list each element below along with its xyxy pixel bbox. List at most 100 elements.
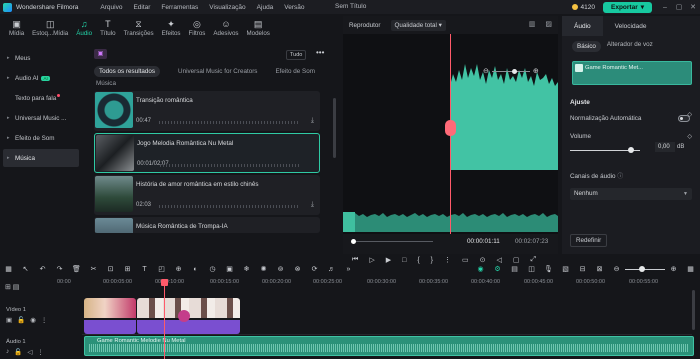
more-options-icon[interactable]: ••• (316, 48, 324, 57)
browser-scrollbar[interactable] (333, 98, 336, 158)
layout-icon[interactable]: ▦ (0, 265, 17, 273)
volume-slider-knob[interactable] (628, 147, 634, 153)
timeline-playhead[interactable] (161, 279, 168, 359)
undo-icon[interactable]: ↶ (34, 265, 51, 273)
menu-visualizacao[interactable]: Visualização (209, 4, 245, 11)
split-audio-icon[interactable]: ⊟ (574, 265, 591, 273)
ai-copilot-icon[interactable]: ⚙ (489, 265, 506, 273)
zoom-out-icon[interactable]: ⊖ (483, 67, 489, 75)
volume-slider[interactable] (570, 147, 640, 153)
volume-value-field[interactable]: 0,00 (655, 142, 675, 152)
list-item[interactable]: Música Romântica de Trompa-IA (94, 217, 320, 233)
filter-universal[interactable]: Universal Music for Creators (178, 68, 257, 75)
channels-select[interactable]: Nenhum ▼ (570, 188, 692, 200)
menu-editar[interactable]: Editar (133, 4, 150, 11)
timeline-ruler[interactable]: 00:00 00:00:05:00 00:00:10:00 00:00:15:0… (55, 279, 695, 289)
ai-icon[interactable]: ✺ (255, 265, 272, 273)
download-icon[interactable]: ⤓ (311, 117, 314, 125)
audio-clip[interactable]: Game Romantic Melodie Nu Metal (84, 336, 694, 356)
delete-icon[interactable]: 🗑 (68, 265, 85, 273)
tracking-icon[interactable]: ⊚ (272, 265, 289, 273)
reset-button[interactable]: Redefinir (570, 234, 608, 247)
zoom-in-tl-icon[interactable]: ⊕ (665, 265, 682, 273)
speed-icon[interactable]: ◷ (204, 265, 221, 273)
credits[interactable]: 4120 (571, 4, 595, 11)
grid-icon[interactable]: ▦ (682, 265, 699, 273)
auto-norm-toggle[interactable] (678, 115, 690, 122)
sidebar-item-texto-para-fala[interactable]: Texto para fala (3, 89, 79, 107)
lock-icon[interactable]: 🔓 (17, 316, 25, 324)
menu-ajuda[interactable]: Ajuda (257, 4, 274, 11)
list-item-selected[interactable]: Jogo Melodia Romântica Nu Metal 00:01/02… (94, 133, 320, 173)
subtab-basico[interactable]: Básico (572, 41, 601, 52)
zoom-in-icon[interactable]: ⊕ (533, 67, 539, 75)
filter-dropdown[interactable]: Tudo (286, 50, 307, 60)
playhead-handle[interactable] (445, 120, 456, 136)
list-item[interactable]: História de amor romântica em estilo chi… (94, 175, 320, 215)
progress-slider[interactable] (351, 239, 433, 244)
sidebar-item-musica[interactable]: ▸ Música (3, 149, 79, 167)
sidebar-item-efeito-de-som[interactable]: ▸ Efeito de Som (3, 129, 79, 147)
cursor-icon[interactable]: ↖ (17, 265, 34, 273)
close-icon[interactable]: ✕ (686, 3, 700, 11)
timeline-zoom-knob[interactable] (639, 265, 645, 272)
tab-modelos[interactable]: ▤ Modelos (242, 14, 273, 42)
redo-icon[interactable]: ↷ (51, 265, 68, 273)
filter-todos[interactable]: Todos os resultados (94, 65, 161, 77)
zoom-slider[interactable] (491, 68, 530, 74)
tab-midia[interactable]: ▣ Mídia (5, 14, 28, 42)
menu-versao[interactable]: Versão (284, 4, 304, 11)
text-icon[interactable]: T (136, 266, 153, 273)
crop-icon[interactable]: ⊡ (102, 265, 119, 273)
video-clip[interactable] (84, 298, 136, 334)
more-icon[interactable]: ⋮ (37, 348, 44, 356)
preview-viewer[interactable]: ⊖ ⊕ (343, 34, 558, 234)
sidebar-item-universal-music[interactable]: ▸ Universal Music ... (3, 109, 79, 127)
eye-icon[interactable]: ◉ (30, 316, 36, 324)
menu-ferramentas[interactable]: Ferramentas (161, 4, 198, 11)
music-library-icon[interactable]: ▣ (94, 49, 107, 59)
quality-select[interactable]: Qualidade total ▾ (390, 19, 446, 31)
more-tools-icon[interactable]: » (340, 266, 357, 273)
cut-icon[interactable]: ✂ (85, 265, 102, 273)
motion-icon[interactable]: ⟳ (306, 265, 323, 273)
minimize-icon[interactable]: – (658, 4, 672, 11)
tab-velocidade[interactable]: Velocidade (603, 16, 659, 36)
zoom-out-tl-icon[interactable]: ⊖ (608, 265, 625, 273)
mask-icon[interactable]: ▣ (221, 265, 238, 273)
tab-filtros[interactable]: ◎ Filtros (185, 14, 210, 42)
sidebar-item-meus[interactable]: ▸ Meus (3, 49, 79, 67)
transform-icon[interactable]: ◰ (153, 265, 170, 273)
render-icon[interactable]: ◉ (472, 265, 489, 273)
color-icon[interactable]: ◐ (187, 266, 204, 273)
tab-efeitos[interactable]: ✦ Efeitos (158, 14, 185, 42)
more-icon[interactable]: ⋮ (41, 316, 48, 324)
subtab-alterador-voz[interactable]: Alterador de voz (607, 41, 653, 52)
menu-arquivo[interactable]: Arquivo (100, 4, 122, 11)
zoom-icon[interactable]: ⊕ (170, 265, 187, 273)
tab-transicoes[interactable]: ⧖ Transições (120, 14, 158, 42)
tab-audio[interactable]: ♫ Áudio (72, 14, 96, 42)
add-track-icon[interactable]: ⊞ ▤ (5, 283, 85, 291)
fit-icon[interactable]: ⊠ (591, 265, 608, 273)
marker-tl-icon[interactable]: ◫ (523, 265, 540, 273)
adjust-icon[interactable]: ⊞ (119, 265, 136, 273)
voiceover-icon[interactable]: ▧ (557, 265, 574, 273)
speaker-icon[interactable]: ◁ (27, 348, 32, 356)
progress-knob[interactable] (351, 239, 356, 244)
timeline-scrollbar[interactable] (692, 290, 695, 330)
lock-icon[interactable]: 🔓 (14, 348, 22, 356)
transition-marker-icon[interactable] (178, 310, 190, 322)
timeline-zoom-slider[interactable] (625, 265, 665, 272)
snapshot-icon[interactable]: ▨ (545, 20, 552, 28)
maximize-icon[interactable]: ▢ (672, 3, 686, 11)
volume-keyframe-icon[interactable]: ◇ (687, 128, 692, 146)
tab-adesivos[interactable]: ☺ Adesivos (209, 14, 242, 42)
list-item[interactable]: Transição romântica 00:47 ⤓ (94, 91, 320, 131)
split-view-icon[interactable]: ▥ (529, 20, 536, 28)
playhead-cap[interactable] (161, 279, 168, 286)
filter-efeito-som[interactable]: Efeito de Som (275, 68, 315, 75)
freeze-icon[interactable]: ❄ (238, 265, 255, 273)
tab-estoque-midia[interactable]: ◫ Estoq...Mídia (28, 14, 72, 42)
audio-tools-icon[interactable]: ♬ (323, 266, 340, 273)
